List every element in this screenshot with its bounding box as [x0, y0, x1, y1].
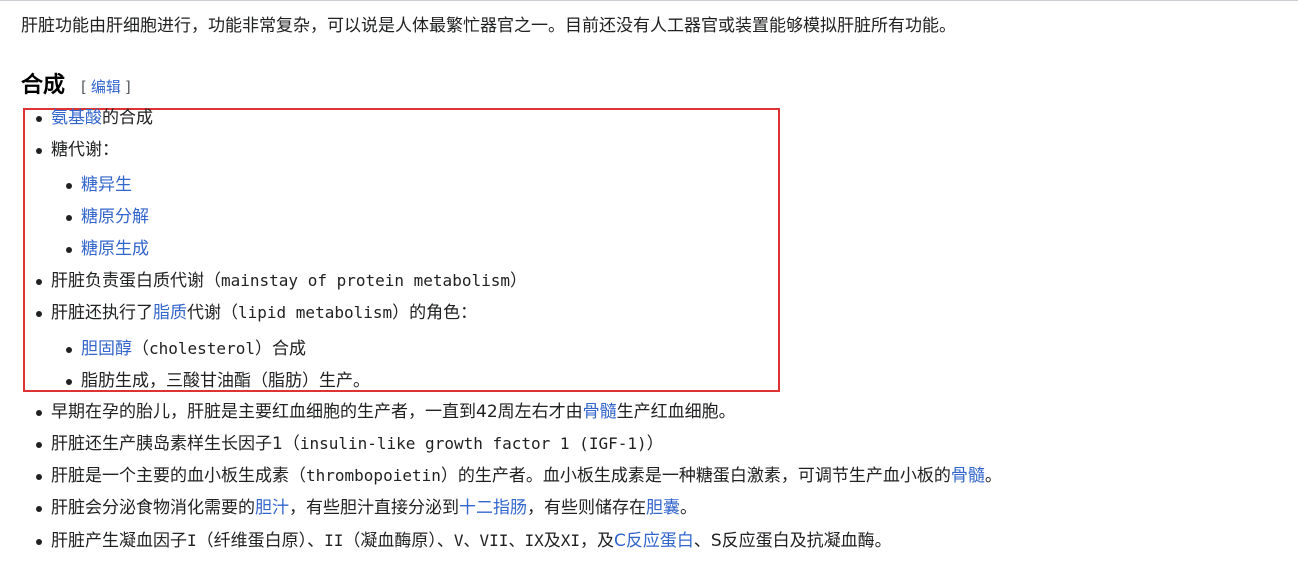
list-item-glycogenolysis: 糖原分解: [66, 205, 149, 229]
english-term: thrombopoietin: [306, 466, 441, 485]
top-divider: [0, 0, 1298, 1]
list-item-text: 。: [984, 466, 1002, 486]
bone-marrow-link[interactable]: 骨髓: [951, 466, 985, 486]
bullet: [36, 410, 42, 416]
list-item-gluconeogenesis: 糖异生: [66, 173, 132, 197]
bullet: [66, 347, 72, 353]
english-term: V、VII、IX: [453, 531, 544, 550]
list-item-text: 肝脏是一个主要的血小板生成素（: [51, 466, 306, 486]
bullet: [36, 539, 42, 545]
article-page: 肝脏功能由肝细胞进行，功能非常复杂，可以说是人体最繁忙器官之一。目前还没有人工器…: [0, 0, 1298, 571]
list-item-text: 肝脏产生凝血因子: [51, 531, 187, 551]
list-item-text: （凝血酶原）、: [343, 531, 454, 551]
bullet: [66, 183, 72, 189]
list-item-text: ）: [646, 434, 664, 454]
list-item-text: 糖代谢：: [51, 140, 119, 160]
bullet: [66, 247, 72, 253]
bile-link[interactable]: 胆汁: [255, 498, 289, 518]
list-item-text: 及: [543, 531, 561, 551]
list-item-text: ）的生产者。血小板生成素是一种糖蛋白激素，可调节生产血小板的: [440, 466, 951, 486]
english-term: mainstay of protein metabolism: [221, 271, 510, 290]
edit-bracket-close: ]: [124, 78, 131, 96]
cholesterol-link[interactable]: 胆固醇: [81, 339, 132, 359]
bullet: [36, 506, 42, 512]
list-item-text: ，有些胆汁直接分泌到: [289, 498, 459, 518]
list-item-text: ）的角色：: [392, 303, 478, 323]
list-item-thrombopoietin: 肝脏是一个主要的血小板生成素（thrombopoietin）的生产者。血小板生成…: [36, 464, 1002, 488]
list-item-text: （: [132, 339, 149, 359]
list-item-amino-acid: 氨基酸的合成: [36, 106, 153, 130]
section-heading: 合成 [编辑]: [21, 67, 131, 98]
list-item-carb-metabolism: 糖代谢：: [36, 138, 119, 162]
list-item-text: 生产红血细胞。: [616, 402, 736, 422]
edit-section-link[interactable]: 编辑: [91, 78, 121, 96]
english-term: lipid metabolism: [238, 303, 393, 322]
list-item-text: （纤维蛋白原）、: [196, 531, 325, 551]
glycogenolysis-link[interactable]: 糖原分解: [81, 207, 149, 227]
c-reactive-protein-link[interactable]: C反应蛋白: [614, 531, 694, 551]
list-item-text: 早期在孕的胎儿，肝脏是主要红血细胞的生产者，一直到42周左右才由: [51, 402, 583, 422]
list-item-text: 脂肪生成，三酸甘油酯（脂肪）生产。: [81, 371, 370, 391]
list-item-text: 肝脏会分泌食物消化需要的: [51, 498, 255, 518]
section-title: 合成: [21, 73, 66, 98]
gallbladder-link[interactable]: 胆囊: [646, 498, 680, 518]
intro-paragraph: 肝脏功能由肝细胞进行，功能非常复杂，可以说是人体最繁忙器官之一。目前还没有人工器…: [21, 16, 956, 36]
list-item-glycogenesis: 糖原生成: [66, 237, 149, 261]
glycogenesis-link[interactable]: 糖原生成: [81, 239, 149, 259]
english-term: insulin-like growth factor 1 (IGF-1): [299, 434, 647, 453]
bullet: [36, 442, 42, 448]
list-item-triglyceride: 脂肪生成，三酸甘油酯（脂肪）生产。: [66, 369, 370, 393]
bullet: [36, 148, 42, 154]
list-item-text: 、S反应蛋白及抗凝血酶。: [693, 531, 892, 551]
bullet: [36, 311, 42, 317]
english-term: cholesterol: [149, 339, 255, 358]
list-item-text: ）: [509, 271, 527, 291]
list-item-lipid-metabolism: 肝脏还执行了脂质代谢（lipid metabolism）的角色：: [36, 301, 478, 325]
list-item-bile: 肝脏会分泌食物消化需要的胆汁，有些胆汁直接分泌到十二指肠，有些则储存在胆囊。: [36, 496, 697, 520]
edit-bracket-open: [: [81, 78, 87, 96]
bone-marrow-link[interactable]: 骨髓: [583, 402, 617, 422]
english-term: I: [187, 531, 197, 550]
list-item-text: ，有些则储存在: [527, 498, 646, 518]
bullet: [66, 215, 72, 221]
list-item-text: 肝脏还生产胰岛素样生长因子1（: [51, 434, 300, 454]
gluconeogenesis-link[interactable]: 糖异生: [81, 175, 132, 195]
list-item-coagulation: 肝脏产生凝血因子I（纤维蛋白原）、II（凝血酶原）、V、VII、IX及XI，及C…: [36, 529, 892, 553]
list-item-text: 的合成: [102, 108, 153, 128]
english-term: XI: [560, 531, 580, 550]
list-item-text: 代谢（: [187, 303, 238, 323]
amino-acid-link[interactable]: 氨基酸: [51, 108, 102, 128]
bullet: [36, 116, 42, 122]
list-item-cholesterol: 胆固醇（cholesterol）合成: [66, 337, 306, 361]
list-item-text: ）合成: [254, 339, 306, 359]
bullet: [66, 379, 72, 385]
duodenum-link[interactable]: 十二指肠: [459, 498, 527, 518]
edit-section-wrapper: [编辑]: [81, 76, 131, 97]
english-term: II: [324, 531, 344, 550]
list-item-fetal-rbc: 早期在孕的胎儿，肝脏是主要红血细胞的生产者，一直到42周左右才由骨髓生产红血细胞…: [36, 400, 736, 424]
list-item-text: ，及: [579, 531, 614, 551]
bullet: [36, 279, 42, 285]
bullet: [36, 474, 42, 480]
list-item-text: 肝脏还执行了: [51, 303, 153, 323]
list-item-text: 。: [680, 498, 697, 518]
list-item-igf: 肝脏还生产胰岛素样生长因子1（insulin-like growth facto…: [36, 432, 664, 456]
list-item-text: 肝脏负责蛋白质代谢（: [51, 271, 221, 291]
lipid-link[interactable]: 脂质: [153, 303, 187, 323]
list-item-protein-metabolism: 肝脏负责蛋白质代谢（mainstay of protein metabolism…: [36, 269, 527, 293]
